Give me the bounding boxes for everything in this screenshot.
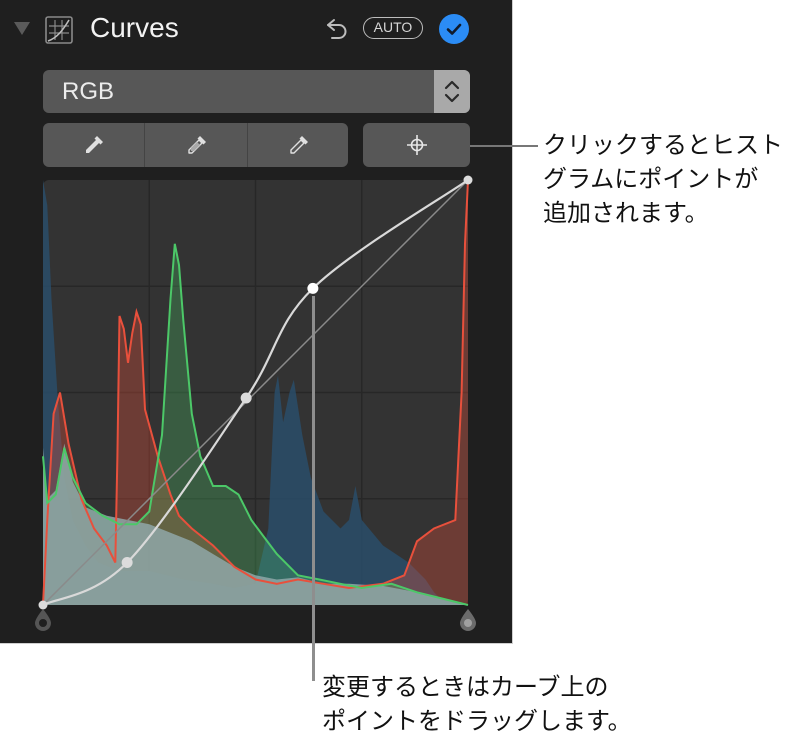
- handle-dot: [39, 619, 47, 627]
- callout-line-add-point: [470, 145, 538, 147]
- callout-drag-point: 変更するときはカーブ上の ポイントをドラッグします。: [322, 673, 632, 735]
- curve-control-point[interactable]: [463, 175, 473, 185]
- callout-add-point: クリックするとヒスト グラムにポイントが 追加されます。: [543, 131, 783, 227]
- curve-control-point[interactable]: [307, 282, 319, 294]
- curve-control-point[interactable]: [121, 557, 133, 568]
- handle-dot: [464, 619, 472, 627]
- callout-line-drag-point: [312, 296, 315, 681]
- histogram-chart[interactable]: [0, 0, 803, 745]
- white-point-handle[interactable]: [460, 609, 476, 631]
- black-point-handle[interactable]: [35, 609, 51, 631]
- curve-control-point[interactable]: [38, 600, 48, 610]
- curve-control-point[interactable]: [240, 392, 252, 404]
